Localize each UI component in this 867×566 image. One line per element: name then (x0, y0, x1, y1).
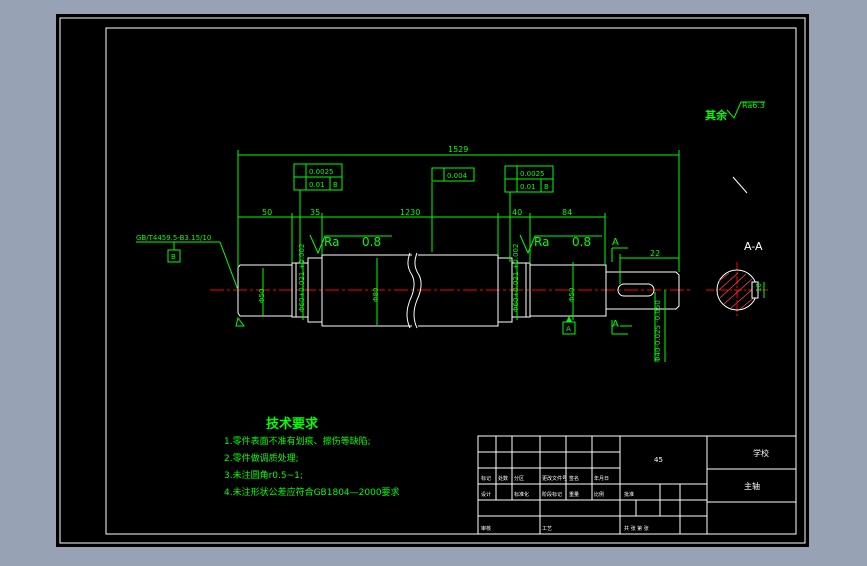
overall-length-dim: 1529 (448, 145, 468, 154)
svg-text:10: 10 (755, 283, 763, 292)
svg-text:40: 40 (512, 208, 522, 217)
svg-text:Ra6.3: Ra6.3 (742, 101, 765, 110)
svg-text:A: A (566, 325, 571, 333)
cad-viewport: 其余 Ra6.3 1529 50 35 1230 40 84 22 0.0025… (0, 0, 867, 562)
svg-text:1230: 1230 (400, 208, 420, 217)
svg-text:Ra: Ra (534, 235, 549, 249)
svg-text:阶段标记: 阶段标记 (542, 491, 562, 498)
keyway-length-dim: 22 (650, 249, 660, 258)
svg-text:工艺: 工艺 (542, 526, 552, 532)
svg-text:0.01: 0.01 (520, 183, 536, 191)
svg-text:比例: 比例 (594, 491, 604, 498)
svg-text:0.01: 0.01 (309, 181, 325, 189)
svg-text:标准化: 标准化 (514, 491, 529, 498)
drawing-canvas: 其余 Ra6.3 1529 50 35 1230 40 84 22 0.0025… (56, 14, 809, 547)
svg-text:其余: 其余 (705, 108, 728, 122)
svg-text:共 张 第 张: 共 张 第 张 (624, 525, 649, 532)
dia-left-end: Φ50 (258, 289, 266, 303)
drawing-background (56, 14, 809, 547)
school-name: 学校 (753, 448, 769, 458)
part-name: 主轴 (744, 481, 760, 491)
svg-text:Ra: Ra (324, 235, 339, 249)
svg-text:标记: 标记 (481, 475, 491, 482)
svg-text:审核: 审核 (481, 525, 491, 532)
svg-text:0.004: 0.004 (447, 172, 468, 180)
svg-text:设计: 设计 (481, 491, 491, 498)
requirements-title: 技术要求 (266, 416, 319, 432)
dia-main: Φ80 (372, 288, 380, 302)
svg-text:0.0025: 0.0025 (309, 168, 334, 176)
svg-text:B: B (544, 183, 549, 191)
svg-text:0.8: 0.8 (572, 235, 591, 249)
dia-right-end: Φ40-0.025 -0.050 (654, 300, 662, 362)
dia-right-bearing: Φ60+0.021 +0.002 (512, 244, 520, 312)
svg-text:50: 50 (262, 208, 272, 217)
requirement-item: 1.零件表面不准有划痕、擦伤等缺陷; (224, 435, 371, 447)
requirement-item: 4.未注形状公差应符合GB1804—2000要求 (224, 486, 400, 498)
dia-right-mid: Φ50 (568, 288, 576, 302)
section-title: A-A (744, 240, 763, 253)
section-mark-bottom: A (612, 319, 619, 330)
svg-text:年月日: 年月日 (594, 475, 609, 482)
requirement-item: 2.零件做调质处理; (224, 452, 299, 464)
svg-text:B: B (171, 253, 176, 261)
svg-text:B: B (333, 181, 338, 189)
svg-text:处数: 处数 (498, 475, 508, 482)
svg-text:84: 84 (562, 208, 572, 217)
dia-left-bearing: Φ60+0.021 +0.002 (298, 244, 306, 312)
svg-text:分区: 分区 (514, 475, 524, 482)
requirement-item: 3.未注圆角r0.5~1; (224, 469, 303, 481)
center-hole-label: GB/T4459.5-B3.15/10 (136, 234, 211, 242)
svg-text:批准: 批准 (624, 491, 634, 498)
section-mark-top: A (612, 237, 619, 248)
svg-text:0.0025: 0.0025 (520, 170, 545, 178)
svg-text:35: 35 (310, 208, 320, 217)
svg-text:重量: 重量 (569, 491, 579, 498)
svg-text:签名: 签名 (569, 475, 579, 482)
material-code: 45 (654, 456, 663, 464)
svg-text:更改文件号: 更改文件号 (542, 475, 567, 482)
svg-text:0.8: 0.8 (362, 235, 381, 249)
